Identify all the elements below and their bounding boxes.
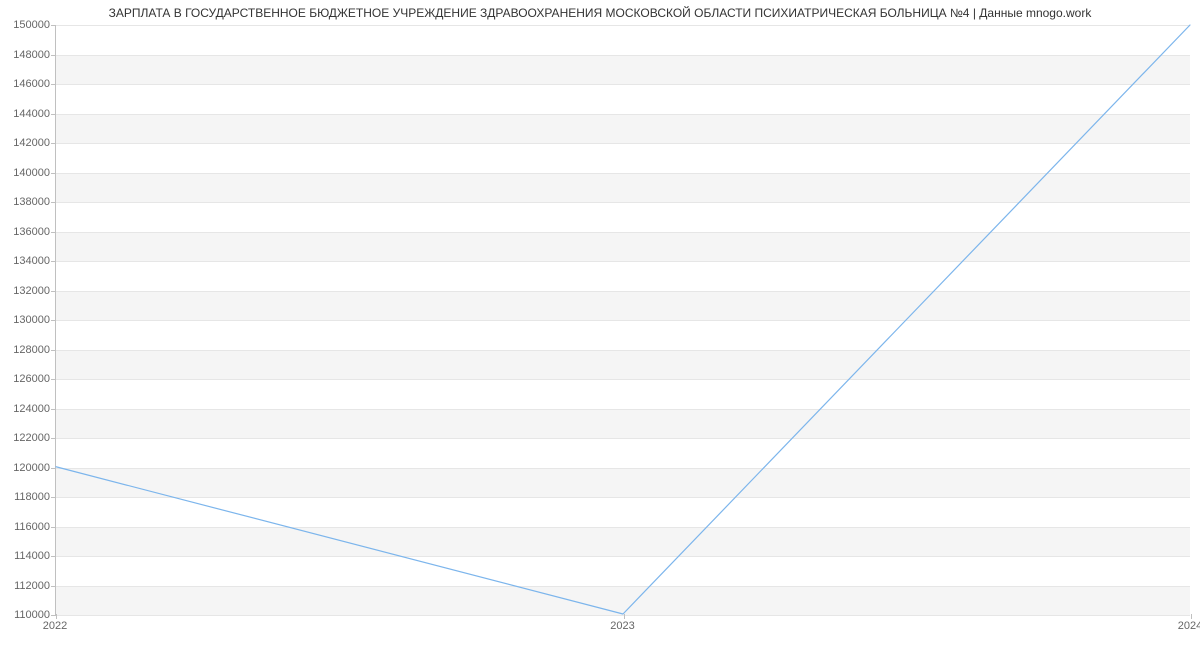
y-tick-mark xyxy=(51,291,56,292)
y-tick-label: 134000 xyxy=(5,255,50,267)
y-tick-mark xyxy=(51,55,56,56)
y-tick-mark xyxy=(51,497,56,498)
x-tick-label: 2022 xyxy=(43,620,67,632)
y-tick-mark xyxy=(51,438,56,439)
y-tick-label: 144000 xyxy=(5,108,50,120)
plot-area xyxy=(55,25,1190,615)
y-tick-mark xyxy=(51,143,56,144)
y-tick-mark xyxy=(51,527,56,528)
y-tick-label: 150000 xyxy=(5,19,50,31)
y-tick-label: 124000 xyxy=(5,403,50,415)
y-tick-label: 136000 xyxy=(5,226,50,238)
y-tick-label: 148000 xyxy=(5,49,50,61)
chart-container: ЗАРПЛАТА В ГОСУДАРСТВЕННОЕ БЮДЖЕТНОЕ УЧР… xyxy=(0,0,1200,650)
y-tick-label: 132000 xyxy=(5,285,50,297)
y-tick-mark xyxy=(51,232,56,233)
y-tick-label: 118000 xyxy=(5,491,50,503)
x-tick-mark xyxy=(1191,614,1192,619)
y-tick-mark xyxy=(51,379,56,380)
y-tick-mark xyxy=(51,586,56,587)
y-tick-mark xyxy=(51,25,56,26)
x-tick-label: 2023 xyxy=(610,620,634,632)
y-tick-mark xyxy=(51,202,56,203)
y-tick-label: 130000 xyxy=(5,314,50,326)
chart-title: ЗАРПЛАТА В ГОСУДАРСТВЕННОЕ БЮДЖЕТНОЕ УЧР… xyxy=(0,6,1200,20)
series-line xyxy=(56,25,1190,614)
y-tick-label: 116000 xyxy=(5,521,50,533)
x-tick-mark xyxy=(56,614,57,619)
y-tick-mark xyxy=(51,468,56,469)
y-tick-label: 126000 xyxy=(5,373,50,385)
y-tick-mark xyxy=(51,409,56,410)
y-tick-label: 128000 xyxy=(5,344,50,356)
y-tick-mark xyxy=(51,84,56,85)
y-tick-mark xyxy=(51,173,56,174)
y-tick-mark xyxy=(51,261,56,262)
y-tick-label: 142000 xyxy=(5,137,50,149)
y-tick-mark xyxy=(51,556,56,557)
y-tick-mark xyxy=(51,320,56,321)
y-tick-mark xyxy=(51,114,56,115)
y-tick-mark xyxy=(51,350,56,351)
line-layer xyxy=(56,25,1190,614)
y-tick-label: 138000 xyxy=(5,196,50,208)
y-tick-label: 112000 xyxy=(5,580,50,592)
y-tick-label: 114000 xyxy=(5,550,50,562)
x-tick-label: 2024 xyxy=(1178,620,1200,632)
y-tick-label: 140000 xyxy=(5,167,50,179)
x-tick-mark xyxy=(624,614,625,619)
y-tick-label: 122000 xyxy=(5,432,50,444)
y-tick-label: 120000 xyxy=(5,462,50,474)
y-tick-label: 146000 xyxy=(5,78,50,90)
